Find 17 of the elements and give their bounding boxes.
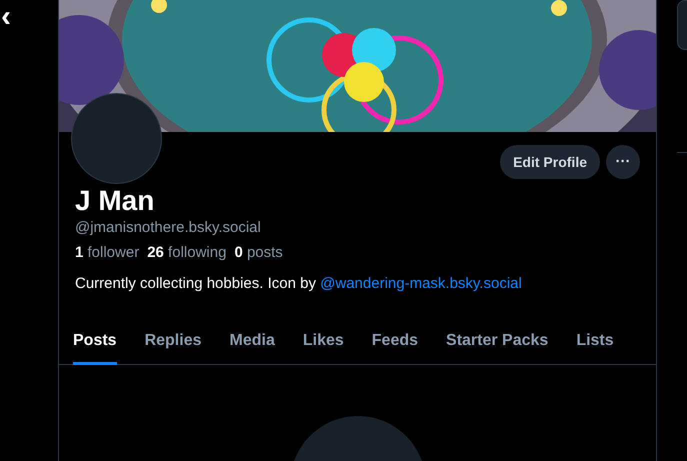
handle-text: @jmanisnothere.bsky.social — [75, 218, 262, 238]
tab[interactable]: Feeds — [372, 320, 418, 365]
tab[interactable]: Posts — [73, 320, 117, 365]
stat-text[interactable]: 1 follower — [75, 243, 140, 263]
mention-link[interactable]: @wandering-mask.bsky.social — [320, 275, 522, 292]
tab[interactable]: Likes — [302, 320, 344, 365]
stat-text[interactable]: 0 posts — [234, 243, 283, 263]
tab[interactable]: Media — [230, 320, 275, 365]
bio-text: Currently collecting hobbies. Icon by @wandering-mask.bsky.social — [75, 274, 523, 294]
tab[interactable]: Starter Packs — [446, 320, 548, 365]
tab[interactable]: Replies — [144, 320, 202, 365]
back-button[interactable]: ‹ — [0, 0, 11, 32]
more-button[interactable]: ··· — [606, 145, 640, 179]
display-name: J Man — [75, 184, 156, 218]
stat-text[interactable]: 26 following — [147, 243, 226, 263]
edit-profile-button[interactable]: Edit Profile — [500, 145, 600, 179]
tab[interactable]: Lists — [576, 320, 614, 365]
